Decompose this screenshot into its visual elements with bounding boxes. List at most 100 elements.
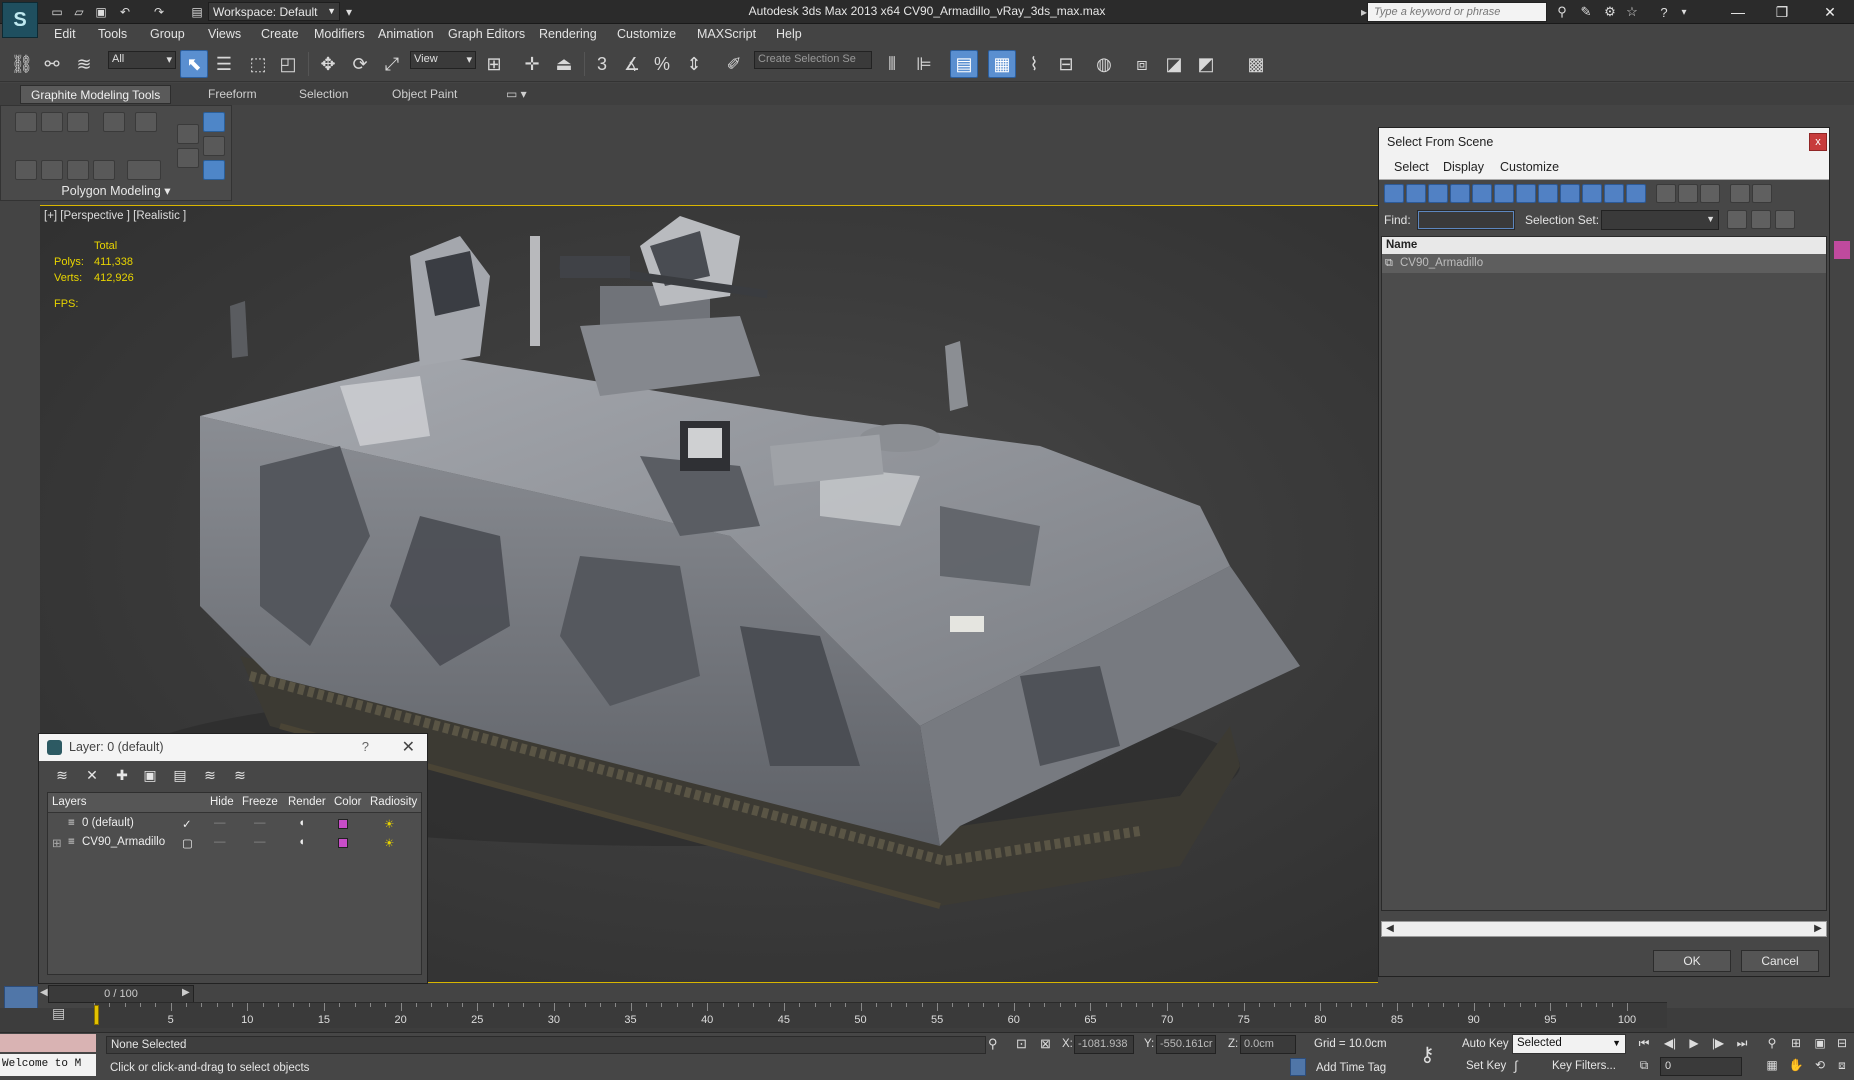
display-containers-icon[interactable] [1582, 184, 1602, 203]
undo-icon[interactable]: ↶ [116, 3, 134, 20]
quickslice-icon[interactable] [127, 160, 161, 180]
show-end-result-icon[interactable] [203, 112, 225, 132]
current-frame-field[interactable]: 0 [1660, 1057, 1742, 1076]
app-logo-icon[interactable]: S [2, 2, 38, 38]
select-by-name-icon[interactable]: ☰ [210, 50, 238, 78]
window-crossing-icon[interactable]: ◰ [274, 50, 302, 78]
add-time-tag-button[interactable]: Add Time Tag [1316, 1062, 1386, 1074]
object-color-swatch[interactable] [1834, 241, 1850, 259]
pivot-center-icon[interactable]: ⊞ [480, 50, 508, 78]
previous-frame-icon[interactable]: ◀| [1660, 1036, 1680, 1054]
menu-modifiers[interactable]: Modifiers [314, 27, 365, 41]
scene-menu-display[interactable]: Display [1443, 160, 1484, 174]
display-all-icon[interactable] [1656, 184, 1676, 203]
radiosity-column-header[interactable]: Radiosity [370, 796, 417, 808]
favorites-star-icon[interactable]: ☆ [1622, 3, 1642, 21]
orbit-icon[interactable]: ⟲ [1810, 1058, 1830, 1076]
unlink-icon[interactable]: ⚯ [38, 50, 66, 78]
track-bar[interactable]: 5 10 15 20 25 30 35 40 45 50 55 60 65 70 75 80 85 90 95 100 [94, 1002, 1667, 1028]
field-of-view-icon[interactable]: ▦ [1762, 1058, 1782, 1076]
go-to-end-icon[interactable]: ⏭ [1732, 1036, 1752, 1054]
radiosity-sun-icon[interactable]: ☀ [384, 836, 394, 850]
highlight-selected-icon[interactable]: ▤ [171, 767, 189, 785]
create-layer-icon[interactable]: ≋ [53, 767, 71, 785]
y-coordinate-field[interactable]: -550.161cr [1156, 1035, 1216, 1054]
table-row[interactable]: ≡ 0 (default) ✓ — — ◖ ☀ [48, 815, 421, 834]
curve-editor-icon[interactable]: ⌇ [1020, 50, 1048, 78]
display-lights-icon[interactable] [1428, 184, 1448, 203]
previous-modifier-icon[interactable] [15, 160, 37, 180]
display-groups-icon[interactable] [1516, 184, 1536, 203]
menu-tools[interactable]: Tools [98, 27, 127, 41]
time-tag-icon[interactable] [1290, 1058, 1306, 1076]
scene-menu-customize[interactable]: Customize [1500, 160, 1559, 174]
menu-customize[interactable]: Customize [617, 27, 676, 41]
align-icon[interactable]: ⊫ [910, 50, 938, 78]
save-icon[interactable]: ▣ [92, 3, 110, 20]
edge-icon[interactable] [41, 112, 63, 132]
z-coordinate-field[interactable]: 0.0cm [1240, 1035, 1296, 1054]
add-to-layer-icon[interactable]: ✚ [113, 767, 131, 785]
key-filters-button[interactable]: Key Filters... [1552, 1060, 1616, 1072]
maximize-viewport-icon[interactable]: ⧈ [1832, 1058, 1852, 1076]
layer-color-swatch[interactable] [338, 838, 348, 848]
checker-icon[interactable]: ▩ [1242, 50, 1270, 78]
freeze-toggle-icon[interactable]: — [254, 817, 266, 829]
render-column-header[interactable]: Render [288, 796, 326, 808]
selection-set-dropdown[interactable]: ▼ [1601, 210, 1719, 230]
isolate-selection-icon[interactable]: ⚲ [988, 1036, 998, 1052]
quick-access-menu-icon[interactable]: ▾ [340, 3, 358, 20]
rotate-icon[interactable]: ⟳ [346, 50, 374, 78]
tab-selection[interactable]: Selection [289, 85, 358, 104]
menu-animation[interactable]: Animation [378, 27, 434, 41]
remove-from-set-icon[interactable] [1775, 210, 1795, 229]
ok-button[interactable]: OK [1653, 950, 1731, 972]
scroll-left-icon[interactable]: ◀ [1382, 922, 1398, 936]
pan-view-icon[interactable]: ✋ [1786, 1058, 1806, 1076]
cancel-button[interactable]: Cancel [1741, 950, 1819, 972]
schematic-view-icon[interactable]: ⊟ [1052, 50, 1080, 78]
list-item[interactable]: ⧉ CV90_Armadillo [1382, 254, 1826, 273]
menu-group[interactable]: Group [150, 27, 185, 41]
open-file-icon[interactable]: ▱ [70, 3, 88, 20]
current-frame-marker[interactable] [94, 1005, 99, 1025]
help-icon[interactable]: ? [362, 739, 369, 754]
render-setup-icon[interactable]: ⧈ [1128, 50, 1156, 78]
collapse-stack-icon[interactable] [203, 136, 225, 156]
go-to-start-icon[interactable]: ⏮ [1634, 1036, 1654, 1054]
vertex-icon[interactable] [15, 112, 37, 132]
rectangular-selection-icon[interactable]: ⬚ [244, 50, 272, 78]
add-to-set-icon[interactable] [1751, 210, 1771, 229]
repeat-last-icon[interactable] [93, 160, 115, 180]
bind-space-warp-icon[interactable]: ≋ [70, 50, 98, 78]
toggle-command-panel-icon[interactable] [177, 148, 199, 168]
display-cameras-icon[interactable] [1450, 184, 1470, 203]
set-key-icon[interactable]: ⚷ [1420, 1042, 1435, 1067]
modify-mode-icon[interactable] [177, 124, 199, 144]
zoom-all-icon[interactable]: ⊞ [1786, 1036, 1806, 1054]
minimize-icon[interactable]: — [1716, 0, 1760, 24]
menu-graph-editors[interactable]: Graph Editors [448, 27, 525, 41]
color-column-header[interactable]: Color [334, 796, 361, 808]
display-helpers-icon[interactable] [1472, 184, 1492, 203]
absolute-mode-icon[interactable]: ⊠ [1040, 1036, 1051, 1052]
hide-toggle-icon[interactable]: — [214, 817, 226, 829]
layer-name[interactable]: CV90_Armadillo [82, 836, 165, 848]
binoculars-icon[interactable]: ⚲ [1552, 3, 1572, 21]
zoom-extents-icon[interactable]: ▣ [1810, 1036, 1830, 1054]
element-icon[interactable] [135, 112, 157, 132]
named-selection-set-dropdown[interactable]: Create Selection Se [754, 51, 872, 69]
move-icon[interactable]: ✥ [314, 50, 342, 78]
layer-color-swatch[interactable] [338, 819, 348, 829]
scene-menu-select[interactable]: Select [1394, 160, 1429, 174]
key-tangent-icon[interactable]: ∫ [1514, 1058, 1518, 1073]
close-icon[interactable]: ✕ [402, 737, 415, 757]
redo-icon[interactable]: ↷ [150, 3, 168, 20]
find-input[interactable] [1417, 210, 1515, 230]
freeze-column-header[interactable]: Freeze [242, 796, 278, 808]
selection-filter-dropdown[interactable]: All ▾ [108, 51, 176, 69]
freeze-all-layers-icon[interactable]: ≋ [231, 767, 249, 785]
hide-column-header[interactable]: Hide [210, 796, 234, 808]
menu-create[interactable]: Create [261, 27, 299, 41]
polygon-modeling-dropdown[interactable]: Polygon Modeling ▾ [1, 181, 231, 201]
